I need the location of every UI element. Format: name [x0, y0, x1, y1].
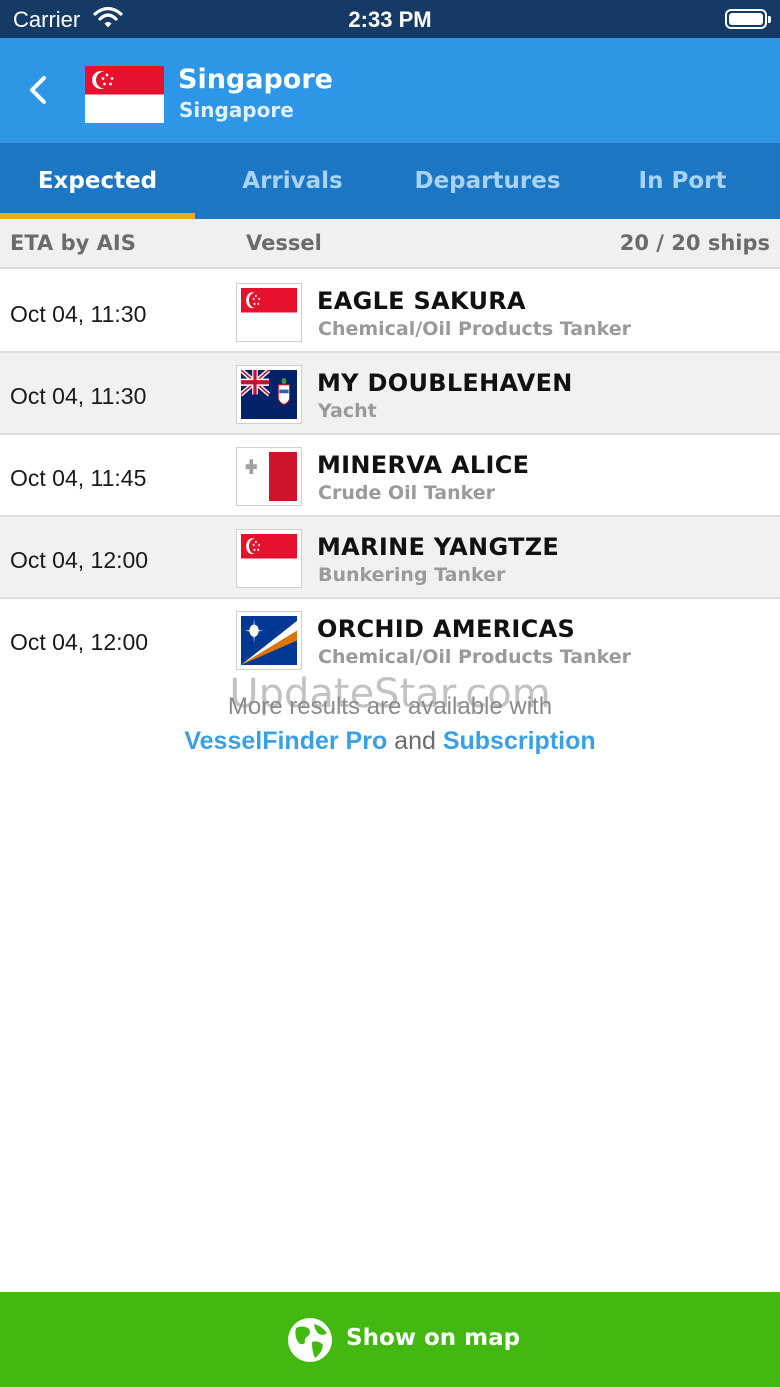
page-title: Singapore	[178, 64, 333, 95]
ship-row[interactable]: Oct 04, 11:45 MINERVA ALICE Crude Oil Ta…	[0, 435, 780, 517]
clock: 2:33 PM	[348, 7, 432, 32]
ship-eta: Oct 04, 12:00	[10, 547, 149, 573]
ship-eta: Oct 04, 11:30	[10, 301, 147, 327]
ship-type: Yacht	[318, 400, 377, 422]
battery-icon	[725, 9, 771, 29]
ship-type: Chemical/Oil Products Tanker	[318, 646, 631, 668]
ship-name: EAGLE SAKURA	[317, 287, 526, 315]
malta-flag-icon	[236, 447, 302, 506]
ship-row[interactable]: Oct 04, 11:30 MY DOUBLEHAVEN Yacht	[0, 353, 780, 435]
show-on-map-button[interactable]: Show on map	[0, 1292, 780, 1387]
column-eta[interactable]: ETA by AIS	[10, 231, 136, 255]
chevron-left-icon	[30, 76, 46, 104]
page-subtitle: Singapore	[179, 98, 294, 122]
globe-icon	[286, 1316, 334, 1364]
column-vessel[interactable]: Vessel	[246, 231, 322, 255]
singapore-flag-icon	[236, 283, 302, 342]
list-header: ETA by AIS Vessel 20 / 20 ships	[0, 219, 780, 269]
cayman-islands-flag-icon	[236, 365, 302, 424]
tab-departures[interactable]: Departures	[390, 143, 585, 219]
singapore-flag-icon	[85, 66, 164, 123]
status-bar: Carrier 2:33 PM	[0, 0, 780, 38]
tab-arrivals[interactable]: Arrivals	[195, 143, 390, 219]
pro-promo: More results are available with VesselFi…	[0, 693, 780, 756]
ship-name: MARINE YANGTZE	[317, 533, 560, 561]
back-button[interactable]	[20, 70, 60, 110]
ship-eta: Oct 04, 11:30	[10, 383, 147, 409]
ship-name: MINERVA ALICE	[317, 451, 530, 479]
ship-count: 20 / 20 ships	[619, 231, 770, 255]
ship-eta: Oct 04, 11:45	[10, 465, 147, 491]
ship-name: MY DOUBLEHAVEN	[317, 369, 573, 397]
tab-expected[interactable]: Expected	[0, 143, 195, 219]
ship-list: Oct 04, 11:30 EAGLE SAKURA Chemical/Oil …	[0, 271, 780, 681]
marshall-islands-flag-icon	[236, 611, 302, 670]
tab-bar: Expected Arrivals Departures In Port	[0, 143, 780, 219]
ship-row[interactable]: Oct 04, 12:00 MARINE YANGTZE Bunkering T…	[0, 517, 780, 599]
tab-in-port[interactable]: In Port	[585, 143, 780, 219]
singapore-flag-icon	[236, 529, 302, 588]
promo-text: More results are available with	[227, 693, 553, 720]
ship-type: Crude Oil Tanker	[318, 482, 495, 504]
promo-links: VesselFinder Pro and Subscription	[0, 727, 780, 756]
subscription-link[interactable]: Subscription	[443, 727, 596, 755]
port-header: Singapore Singapore	[0, 38, 780, 143]
promo-connector: and	[394, 727, 436, 755]
ship-name: ORCHID AMERICAS	[317, 615, 576, 643]
ship-type: Chemical/Oil Products Tanker	[318, 318, 631, 340]
ship-eta: Oct 04, 12:00	[10, 629, 149, 655]
vesselfinder-pro-link[interactable]: VesselFinder Pro	[184, 727, 387, 755]
ship-type: Bunkering Tanker	[318, 564, 506, 586]
show-on-map-label: Show on map	[346, 1325, 521, 1351]
ship-row[interactable]: Oct 04, 11:30 EAGLE SAKURA Chemical/Oil …	[0, 271, 780, 353]
ship-row[interactable]: Oct 04, 12:00 ORCHID AMERICAS Chemical/O…	[0, 599, 780, 681]
